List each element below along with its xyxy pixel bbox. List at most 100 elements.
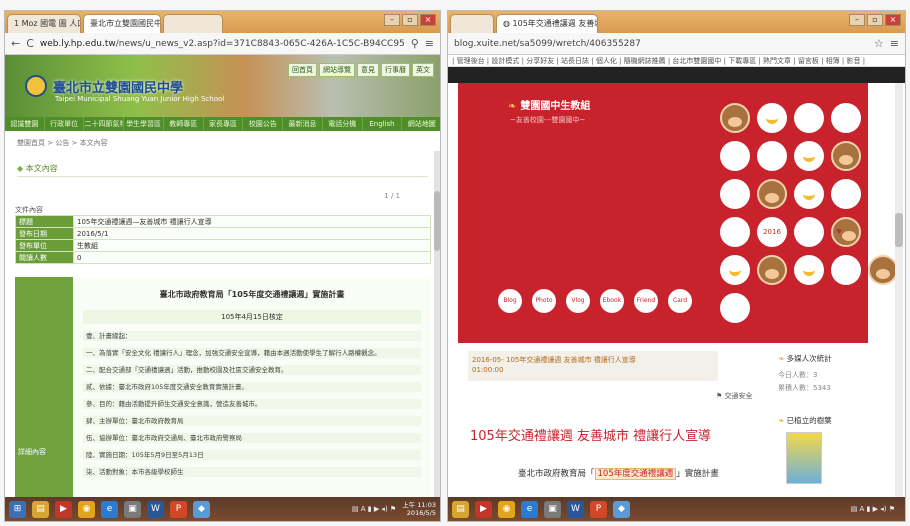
url-field[interactable]: blog.xuite.net/sa5099/wretch/406355287 (454, 39, 868, 49)
top-link[interactable]: 行事曆 (381, 63, 410, 77)
minimize-icon[interactable]: – (384, 14, 400, 26)
pill-vlog[interactable]: Vlog (566, 289, 590, 313)
section-title: ◆ 本文內容 (17, 163, 428, 177)
tray-icons[interactable]: ▤ A ▮ ▶ ◂) ⚑ (352, 505, 396, 513)
tab-label: 105年交通禮讓週 友善城 (512, 19, 598, 28)
ie-icon[interactable]: e (521, 500, 538, 518)
app-icon[interactable]: ▣ (124, 500, 141, 518)
scrollbar[interactable] (895, 83, 903, 501)
left-tab-2[interactable]: 臺北市立雙園國民中學首頁× (83, 14, 161, 33)
star-icon[interactable]: ☆ (874, 37, 884, 50)
scrollbar[interactable] (434, 151, 440, 501)
post-title[interactable]: 105年交通禮讓週 友善城市 禮讓行人宣導 (470, 425, 711, 444)
tray-icons[interactable]: ▤ A ▮ ▶ ◂) ⚑ (851, 505, 895, 513)
powerpoint-icon[interactable]: P (590, 500, 607, 518)
tab-label: 1 Moz 國電 圖 人口事 概況 (14, 19, 80, 28)
decor-circle (868, 179, 898, 209)
app-icon[interactable]: ▣ (544, 500, 561, 518)
nav-item[interactable]: 家長專區 (204, 117, 244, 131)
main-nav: 認識雙園 行政單位 二十四節氣特色 學生學習區 教師專區 家長專區 校園公告 最… (5, 117, 440, 131)
post-tag[interactable]: ⚑ 交通安全 (716, 391, 753, 401)
post-area: 2016-05- 105年交通禮讓週 友善城市 禮讓行人宣導 01:00:00 … (458, 343, 868, 501)
banana-icon (794, 255, 824, 285)
clock-date: 2016/5/5 (406, 509, 436, 517)
blog-nav-pills: Blog Photo Vlog Ebook Friend Card (498, 289, 692, 313)
monkey-icon (868, 255, 898, 285)
nav-item[interactable]: 校園公告 (243, 117, 284, 131)
nav-item[interactable]: English (363, 117, 403, 131)
content-line: 壹、計畫緣起： (83, 331, 421, 341)
post-tag-text: 交通安全 (724, 392, 753, 400)
pill-card[interactable]: Card (668, 289, 692, 313)
ie-icon[interactable]: e (101, 500, 118, 518)
right-tab-1[interactable] (450, 14, 494, 33)
top-link[interactable]: 網站導覽 (319, 63, 355, 77)
minimize-icon[interactable]: – (849, 14, 865, 26)
scrollbar-thumb[interactable] (895, 213, 903, 247)
clock[interactable]: 上午 11:03 2016/5/5 (402, 501, 436, 517)
decor-circle (757, 141, 787, 171)
maximize-icon[interactable]: ▫ (402, 14, 418, 26)
content-date: 105年4月15日核定 (83, 310, 421, 324)
nav-item[interactable]: 網站地圖 (402, 117, 440, 131)
nav-item[interactable]: 電話分機 (323, 117, 363, 131)
content-side-label: 詳細內容 (18, 448, 46, 456)
nav-item[interactable]: 認識雙園 (5, 117, 45, 131)
post-date-title[interactable]: 2016-05- 105年交通禮讓週 友善城市 禮讓行人宣導 (472, 355, 714, 365)
pill-blog[interactable]: Blog (498, 289, 522, 313)
left-tab-bar: 1 Moz 國電 圖 人口事 概況 臺北市立雙園國民中學首頁× – ▫ × (5, 11, 440, 33)
reload-icon[interactable]: C (26, 37, 34, 50)
scrollbar-thumb[interactable] (434, 191, 440, 251)
app-icon[interactable]: ◆ (613, 500, 630, 518)
widget-thumbnail[interactable] (786, 432, 822, 484)
school-logo-icon (25, 75, 47, 97)
left-tab-1[interactable]: 1 Moz 國電 圖 人口事 概況 (7, 14, 81, 33)
menu-icon[interactable]: ≡ (890, 37, 899, 50)
nav-item[interactable]: 二十四節氣特色 (84, 117, 125, 131)
explorer-icon[interactable]: ▤ (452, 500, 469, 518)
decor-circle (720, 179, 750, 209)
blog-title[interactable]: ❧ 雙園國中生教組 (508, 97, 590, 112)
decor-circle: 2016 (757, 217, 787, 247)
chrome-icon[interactable]: ◉ (78, 500, 95, 518)
close-window-icon[interactable]: × (420, 14, 436, 26)
left-tab-3[interactable] (163, 14, 223, 33)
top-link[interactable]: 英文 (412, 63, 434, 77)
pill-photo[interactable]: Photo (532, 289, 556, 313)
leaf-icon: ❧ (778, 354, 787, 363)
close-window-icon[interactable]: × (885, 14, 901, 26)
word-icon[interactable]: W (147, 500, 164, 518)
back-icon[interactable]: ← (11, 37, 20, 50)
info-key: 閱讀人數 (15, 251, 74, 264)
menu-icon[interactable]: ≡ (425, 37, 434, 50)
nav-item[interactable]: 最新消息 (283, 117, 323, 131)
search-icon[interactable]: ⚲ (411, 37, 419, 50)
pill-ebook[interactable]: Ebook (600, 289, 624, 313)
pager[interactable]: 1 / 1 (384, 192, 400, 200)
media-icon[interactable]: ▶ (475, 500, 492, 518)
left-browser-window: 1 Moz 國電 圖 人口事 概況 臺北市立雙園國民中學首頁× – ▫ × ← … (4, 10, 441, 522)
tab-label: 臺北市立雙園國民中學首頁 (90, 19, 161, 28)
top-link[interactable]: 意見 (357, 63, 379, 77)
media-icon[interactable]: ▶ (55, 500, 72, 518)
start-icon[interactable]: ⊞ (9, 500, 26, 518)
top-link[interactable]: 回首頁 (288, 63, 317, 77)
system-tray: ▤ A ▮ ▶ ◂) ⚑ (851, 505, 901, 513)
nav-item[interactable]: 學生學習區 (124, 117, 164, 131)
nav-item[interactable]: 行政單位 (45, 117, 85, 131)
widget-row: 累積人數：5343 (778, 384, 831, 392)
nav-item[interactable]: 教師專區 (164, 117, 204, 131)
url-field[interactable]: web.ly.hp.edu.tw/news/u_news_v2.asp?id=3… (40, 39, 405, 49)
powerpoint-icon[interactable]: P (170, 500, 187, 518)
blog-toolbar[interactable]: | 管理後台 | 設計模式 | 分享好友 | 站長日誌 | 個人化 | 隨機網誌… (448, 55, 905, 67)
maximize-icon[interactable]: ▫ (867, 14, 883, 26)
chrome-icon[interactable]: ◉ (498, 500, 515, 518)
post-line-suffix: 」實施計畫 (676, 469, 719, 479)
pill-friend[interactable]: Friend (634, 289, 658, 313)
post-first-line: 臺北市政府教育局「 105年度交通禮讓週 」實施計畫 (518, 467, 719, 480)
app-icon[interactable]: ◆ (193, 500, 210, 518)
explorer-icon[interactable]: ▤ (32, 500, 49, 518)
word-icon[interactable]: W (567, 500, 584, 518)
right-tab-2[interactable]: ◍ 105年交通禮讓週 友善城× (496, 14, 598, 33)
breadcrumb[interactable]: 雙園首頁 > 公告 > 本文內容 (17, 138, 108, 148)
